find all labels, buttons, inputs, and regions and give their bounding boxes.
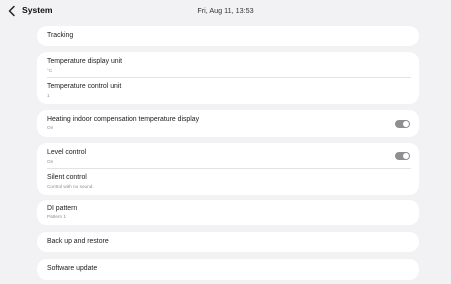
di-pattern-value: Pattern 1 [47, 214, 67, 220]
software-update-item[interactable]: Software update [37, 259, 419, 280]
temperature-display-unit-item[interactable]: Temperature display unit °C [37, 52, 419, 78]
backup-restore-card: Back up and restore [37, 232, 419, 252]
software-update-card: Software update [37, 259, 419, 280]
heating-compensation-toggle[interactable] [395, 119, 410, 128]
temperature-control-unit-value: 1 [47, 92, 50, 98]
heating-compensation-label: Heating indoor compensation temperature … [47, 115, 200, 123]
level-silent-card: Level control On Silent control Control … [37, 143, 419, 195]
heating-compensation-value: On [47, 125, 54, 131]
temperature-display-unit-label: Temperature display unit [47, 58, 123, 66]
temperature-display-unit-value: °C [47, 67, 53, 73]
backup-restore-label: Back up and restore [47, 237, 109, 245]
silent-control-item[interactable]: Silent control Control with no sound. [37, 169, 419, 195]
tracking-label: Tracking [47, 31, 74, 39]
tracking-card: Tracking [37, 26, 419, 46]
heating-compensation-item[interactable]: Heating indoor compensation temperature … [37, 110, 419, 137]
software-update-label: Software update [47, 265, 98, 273]
header-bar: System Fri, Aug 11, 13:53 [0, 0, 451, 22]
silent-control-label: Silent control [47, 174, 87, 182]
toggle-knob [403, 120, 409, 127]
di-pattern-item[interactable]: DI pattern Pattern 1 [37, 200, 419, 225]
toggle-knob [403, 153, 409, 159]
temperature-control-unit-label: Temperature control unit [47, 83, 122, 91]
temperature-control-unit-item[interactable]: Temperature control unit 1 [37, 78, 419, 104]
system-settings-screen: System Fri, Aug 11, 13:53 Tracking Tempe… [0, 0, 451, 284]
level-control-item[interactable]: Level control On [37, 143, 419, 169]
status-datetime: Fri, Aug 11, 13:53 [197, 6, 254, 15]
level-control-label: Level control [47, 149, 87, 157]
level-control-toggle[interactable] [395, 152, 410, 160]
di-pattern-label: DI pattern [47, 204, 78, 212]
heating-compensation-card: Heating indoor compensation temperature … [37, 110, 419, 137]
tracking-item[interactable]: Tracking [37, 26, 419, 46]
silent-control-value: Control with no sound. [47, 183, 94, 189]
backup-restore-item[interactable]: Back up and restore [37, 232, 419, 252]
di-pattern-card: DI pattern Pattern 1 [37, 200, 419, 225]
temperature-units-card: Temperature display unit °C Temperature … [37, 52, 419, 104]
level-control-value: On [47, 158, 54, 164]
